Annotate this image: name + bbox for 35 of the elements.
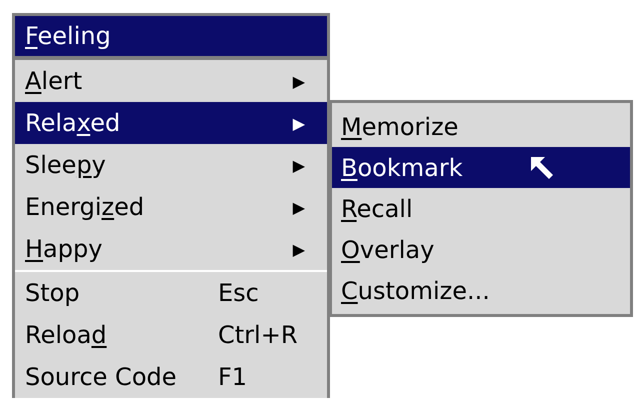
submenu-item[interactable]: Recall bbox=[332, 188, 630, 229]
menu-item-label: Energized bbox=[25, 193, 146, 221]
menu-item-label: Alert bbox=[25, 67, 84, 95]
submenu-item-label: Bookmark bbox=[341, 154, 463, 182]
menu-item[interactable]: Happy ▶ bbox=[15, 228, 327, 270]
menu-item[interactable]: Sleepy ▶ bbox=[15, 144, 327, 186]
menu-item-label: Stop bbox=[25, 279, 81, 307]
submenu-arrow-icon: ▶ bbox=[292, 72, 305, 90]
menu-item-label: Source Code bbox=[25, 363, 178, 391]
shortcut-label: Ctrl+R bbox=[218, 321, 298, 349]
menu-item-label: Reload bbox=[25, 321, 108, 349]
submenu-arrow-icon: ▶ bbox=[292, 240, 305, 258]
submenu-item[interactable]: Customize... bbox=[332, 270, 630, 311]
shortcut-label: Esc bbox=[218, 279, 259, 307]
submenu-arrow-icon: ▶ bbox=[292, 114, 305, 132]
submenu-item-label: Recall bbox=[341, 194, 413, 222]
menu-item-label: Sleepy bbox=[25, 151, 107, 179]
submenu-item-label: Memorize bbox=[341, 112, 458, 140]
menu-item-label: Happy bbox=[25, 235, 104, 263]
submenu-arrow-icon: ▶ bbox=[292, 156, 305, 174]
submenu-item[interactable]: Bookmark bbox=[332, 147, 630, 188]
menu-item[interactable]: Alert ▶ bbox=[15, 60, 327, 102]
menu-item[interactable]: Source Code F1 bbox=[15, 356, 327, 398]
shortcut-label: F1 bbox=[218, 363, 248, 391]
menu-title[interactable]: Feeling bbox=[15, 16, 327, 60]
menu-item[interactable]: Stop Esc bbox=[15, 272, 327, 314]
menu-item[interactable]: Energized ▶ bbox=[15, 186, 327, 228]
submenu-item[interactable]: Memorize bbox=[332, 106, 630, 147]
submenu-arrow-icon: ▶ bbox=[292, 198, 305, 216]
menu-item-label: Relaxed bbox=[25, 109, 122, 137]
menu-item[interactable]: Reload Ctrl+R bbox=[15, 314, 327, 356]
submenu-item[interactable]: Overlay bbox=[332, 229, 630, 270]
submenu-item-label: Overlay bbox=[341, 236, 434, 264]
submenu-item-label: Customize... bbox=[341, 276, 490, 304]
menu-item[interactable]: Relaxed ▶ bbox=[15, 102, 327, 144]
